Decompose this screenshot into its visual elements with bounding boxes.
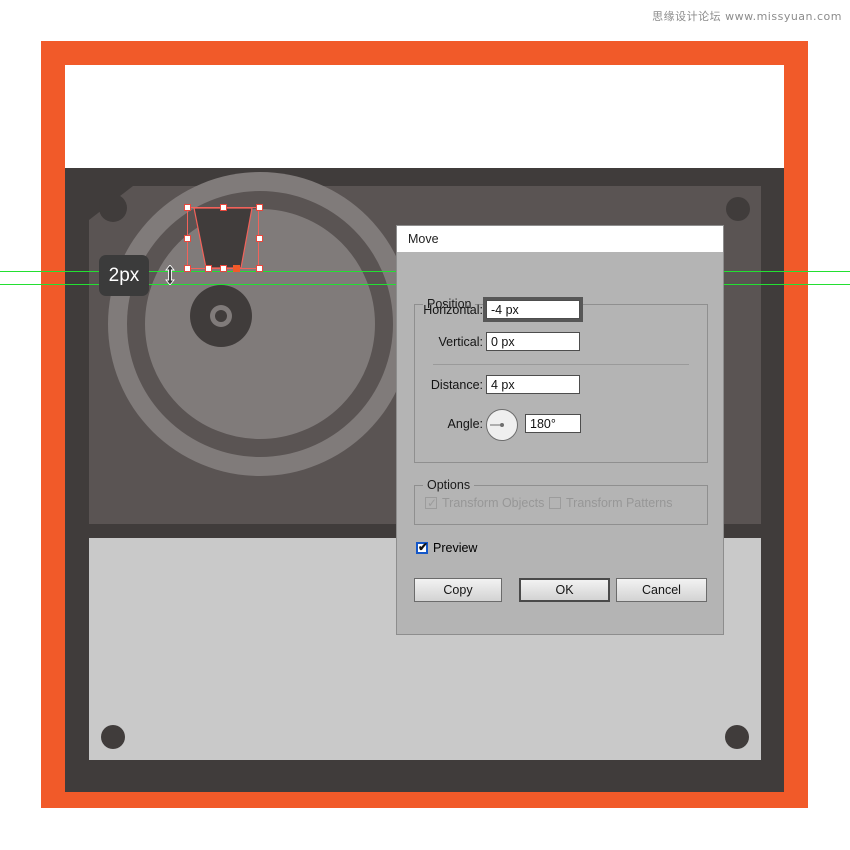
transform-objects-checkbox-row: ✓ Transform Objects	[425, 496, 544, 510]
vertical-input[interactable]: 0 px	[486, 332, 580, 351]
transform-patterns-checkbox	[549, 497, 561, 509]
panel-dot-left	[101, 725, 125, 749]
anchor-middle-left[interactable]	[184, 235, 191, 242]
vertical-label: Vertical:	[438, 335, 483, 349]
anchor-bottom-right[interactable]	[256, 265, 263, 272]
watermark-text: 思缘设计论坛 www.missyuan.com	[652, 10, 842, 23]
ok-button[interactable]: OK	[519, 578, 610, 602]
distance-label: Distance:	[430, 378, 483, 392]
horizontal-input[interactable]: -4 px	[483, 297, 583, 322]
anchor-top-right[interactable]	[256, 204, 263, 211]
anchor-bottom-left[interactable]	[184, 265, 191, 272]
transform-objects-checkbox: ✓	[425, 496, 438, 510]
record-groove-ring	[127, 191, 393, 457]
record-spindle-hole	[215, 310, 227, 322]
screenshot-stage: 思缘设计论坛 www.missyuan.com 2px Move Positio…	[0, 0, 850, 850]
angle-dial[interactable]	[486, 409, 518, 441]
anchor-top-left[interactable]	[184, 204, 191, 211]
transform-patterns-label: Transform Patterns	[566, 496, 673, 510]
angle-dial-center-dot	[500, 423, 504, 427]
preview-checkbox-row[interactable]: ✔ Preview	[416, 541, 477, 555]
anchor-middle-right[interactable]	[256, 235, 263, 242]
measurement-tooltip-label: 2px	[108, 264, 140, 286]
measurement-tooltip: 2px	[99, 255, 149, 296]
panel-dot-right	[725, 725, 749, 749]
angle-input[interactable]: 180°	[525, 414, 581, 433]
anchor-bottom-path-left[interactable]	[205, 265, 212, 272]
distance-input[interactable]: 4 px	[486, 375, 580, 394]
tonearm-pivot-circle	[99, 194, 127, 222]
move-vertical-cursor-icon	[163, 264, 177, 286]
transform-objects-label: Transform Objects	[442, 496, 545, 510]
anchor-top-center[interactable]	[220, 204, 227, 211]
options-group-legend: Options	[427, 478, 471, 492]
knob-top-right	[726, 197, 750, 221]
anchor-bottom-path-right-selected[interactable]	[233, 265, 240, 272]
anchor-bottom-center[interactable]	[220, 265, 227, 272]
angle-label: Angle:	[447, 417, 483, 431]
preview-checkbox[interactable]: ✔	[416, 541, 428, 554]
move-dialog-titlebar: Move	[397, 226, 723, 252]
transform-patterns-checkbox-row: Transform Patterns	[549, 496, 673, 510]
move-dialog-title: Move	[408, 232, 439, 246]
horizontal-label: Horizontal:	[423, 303, 483, 317]
copy-button[interactable]: Copy	[414, 578, 502, 602]
selection-bounding-box	[187, 207, 259, 269]
preview-label: Preview	[433, 541, 478, 555]
artboard-white-strip	[65, 65, 784, 168]
cancel-button[interactable]: Cancel	[616, 578, 707, 602]
